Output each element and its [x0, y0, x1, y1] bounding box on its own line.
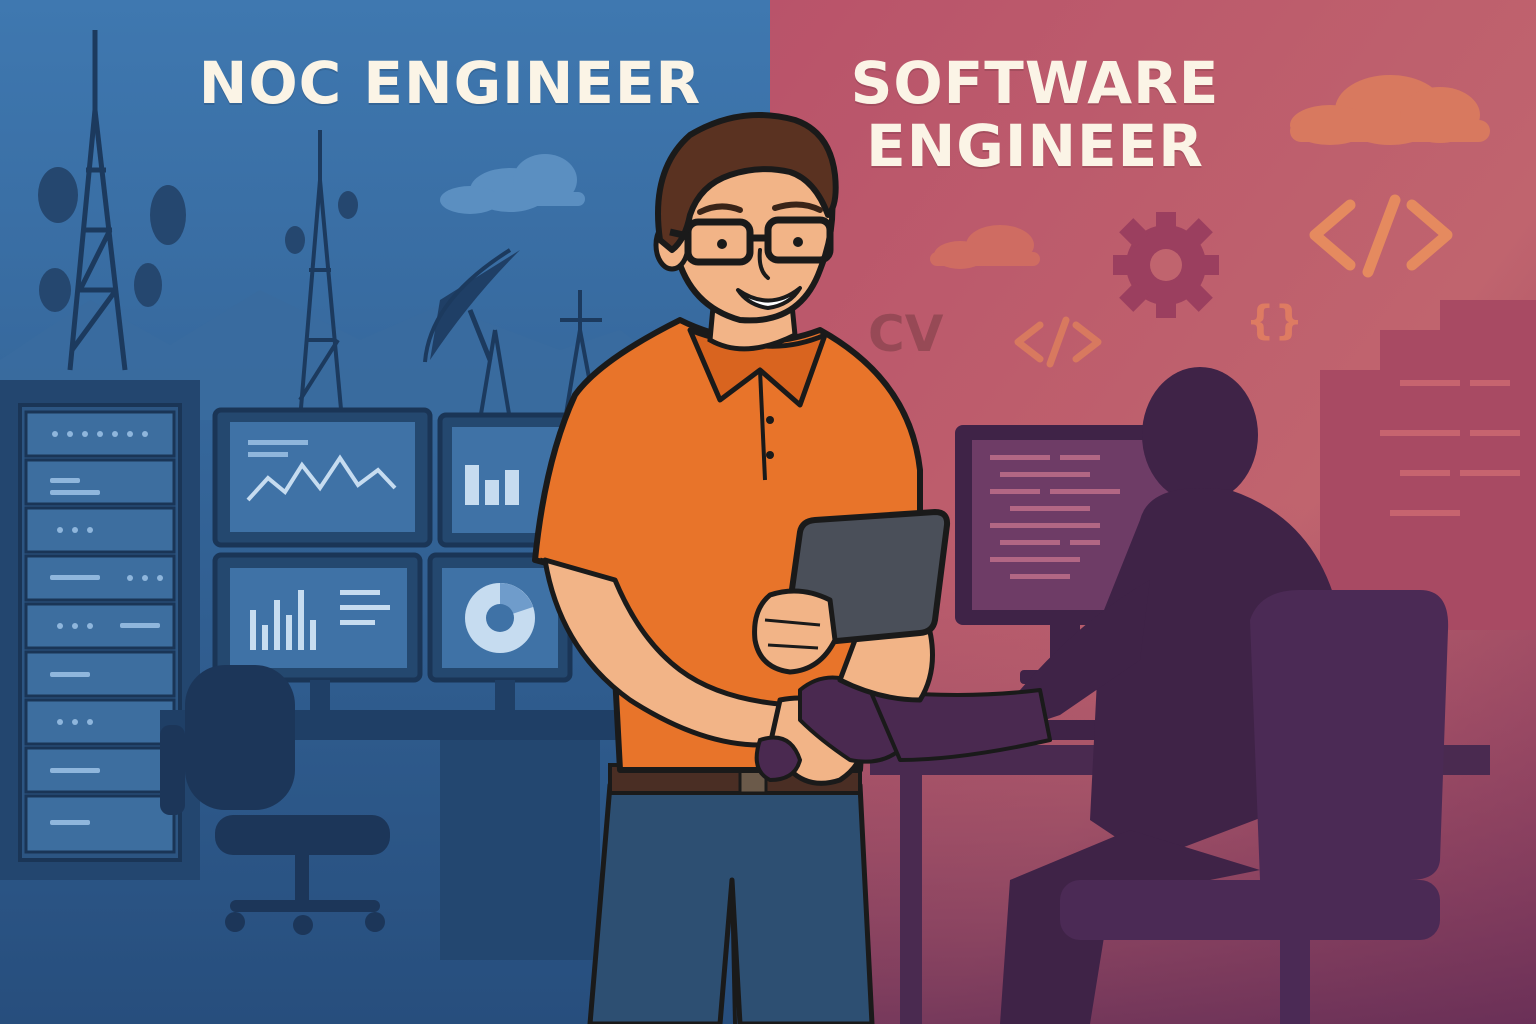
heading-software-line2: ENGINEER [866, 111, 1204, 180]
monitor-stand [310, 680, 330, 710]
monitor-icon [212, 552, 423, 683]
monitor-icon [212, 407, 433, 548]
heading-software-engineer: SOFTWARE ENGINEER [800, 52, 1270, 177]
monitor-stand [495, 680, 515, 710]
desk-side [440, 740, 600, 960]
heading-noc-engineer: NOC ENGINEER [198, 49, 702, 117]
cv-text: CV [868, 305, 944, 363]
illustration-canvas: NOC ENGINEER SOFTWARE ENGINEER CV {} [0, 0, 1536, 1024]
desk-leg [900, 775, 922, 1024]
hand-holding-tablet [752, 588, 838, 675]
heading-software-line1: SOFTWARE [850, 49, 1220, 117]
braces-text: {} [1246, 298, 1303, 344]
scene-illustration [0, 0, 1536, 1024]
gear-icon [1113, 212, 1219, 318]
